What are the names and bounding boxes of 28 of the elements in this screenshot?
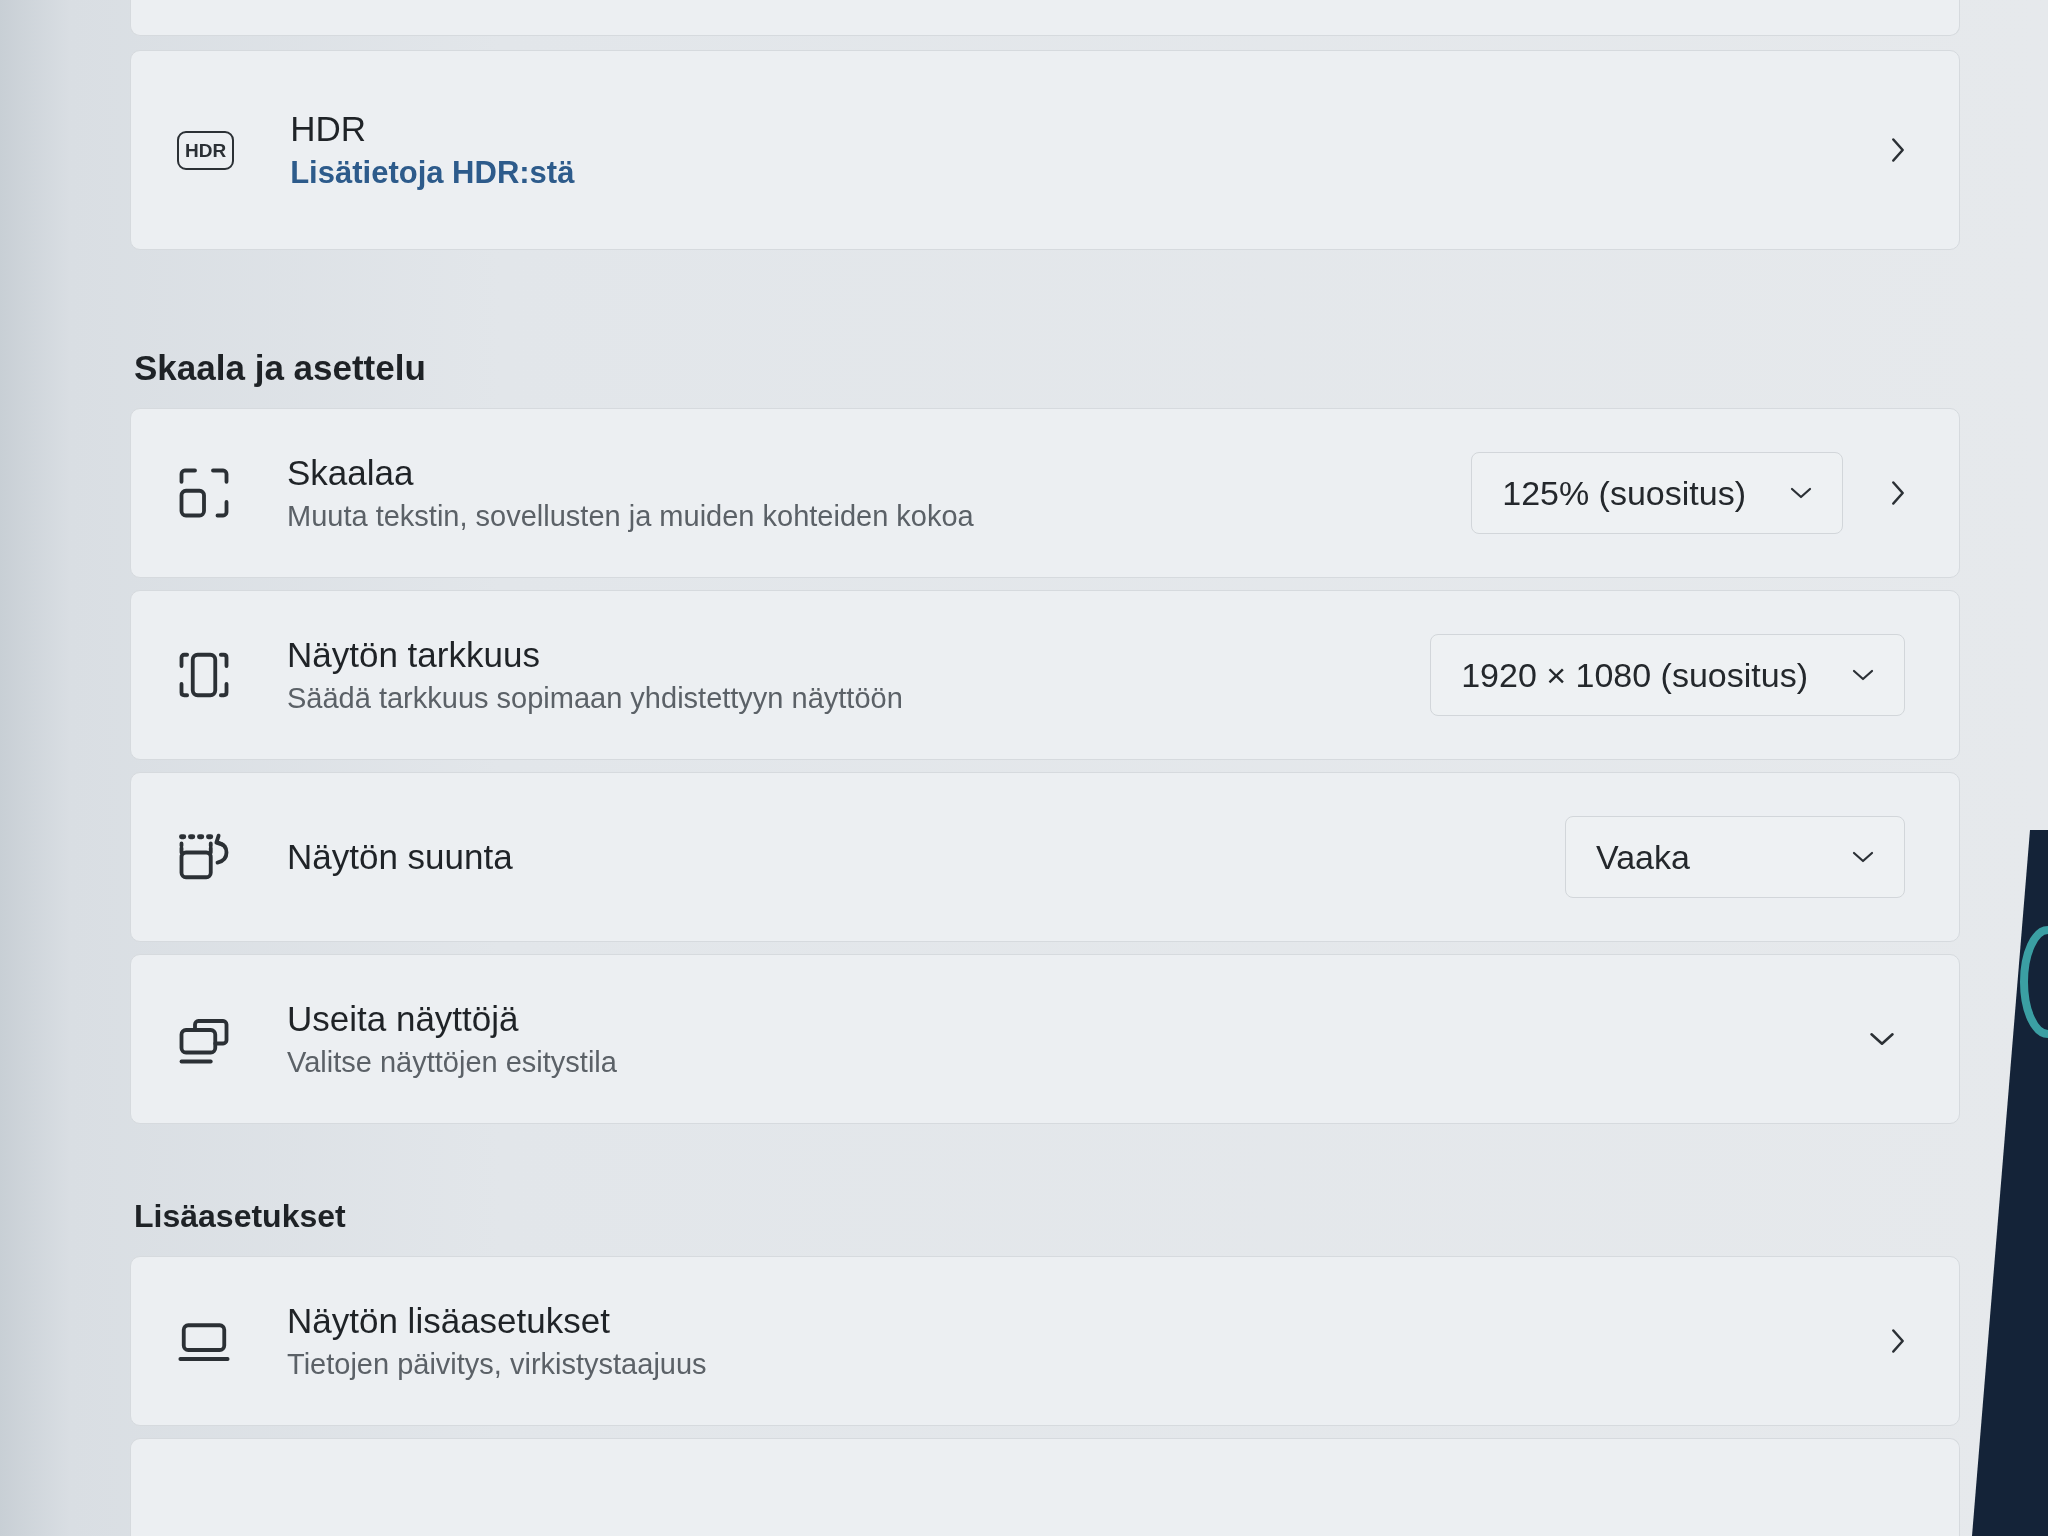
setting-title: Useita näyttöjä bbox=[287, 998, 519, 1040]
chevron-down-icon bbox=[1852, 851, 1874, 863]
hdr-badge: HDR bbox=[177, 130, 235, 170]
setting-description: Säädä tarkkuus sopimaan yhdistettyyn näyttöön bbox=[287, 681, 903, 716]
setting-description: Tietojen päivitys, virkistystaajuus bbox=[287, 1347, 707, 1382]
settings-card[interactable]: Skaalaa Muuta tekstin, sovellusten ja muiden kohteiden kokoa 125% (suositus) bbox=[130, 408, 1960, 578]
chevron-down-icon bbox=[1852, 669, 1874, 681]
chevron-right-icon bbox=[1891, 137, 1905, 163]
section-heading: Lisäasetukset bbox=[134, 1197, 347, 1236]
chevron-down-icon bbox=[1790, 487, 1812, 499]
setting-title: HDR bbox=[290, 108, 366, 150]
setting-title: Skaalaa bbox=[287, 452, 414, 494]
scale-icon bbox=[177, 466, 231, 520]
dropdown[interactable]: 1920 × 1080 (suositus) bbox=[1430, 634, 1905, 716]
section-heading: Skaala ja asettelu bbox=[134, 347, 427, 389]
setting-description: Muuta tekstin, sovellusten ja muiden kohteiden kokoa bbox=[287, 499, 974, 534]
settings-card[interactable]: Useita näyttöjä Valitse näyttöjen esitystila bbox=[130, 954, 1960, 1124]
chevron-right-icon bbox=[1891, 480, 1905, 506]
learn-more-link[interactable]: Lisätietoja HDR:stä bbox=[290, 153, 575, 193]
settings-card[interactable]: Näytön lisäasetukset Tietojen päivitys, virkistystaajuus bbox=[130, 1256, 1960, 1426]
setting-title: Näytön suunta bbox=[287, 836, 513, 878]
dropdown[interactable]: 125% (suositus) bbox=[1471, 452, 1843, 534]
dropdown[interactable]: Vaaka bbox=[1565, 816, 1905, 898]
setting-description: Valitse näyttöjen esitystila bbox=[287, 1045, 617, 1080]
chevron-right-icon bbox=[1891, 1328, 1905, 1354]
setting-title: Näytön lisäasetukset bbox=[287, 1300, 610, 1342]
setting-title: Näytön tarkkuus bbox=[287, 634, 540, 676]
settings-card[interactable]: HDR HDR Lisätietoja HDR:stä bbox=[130, 50, 1960, 250]
